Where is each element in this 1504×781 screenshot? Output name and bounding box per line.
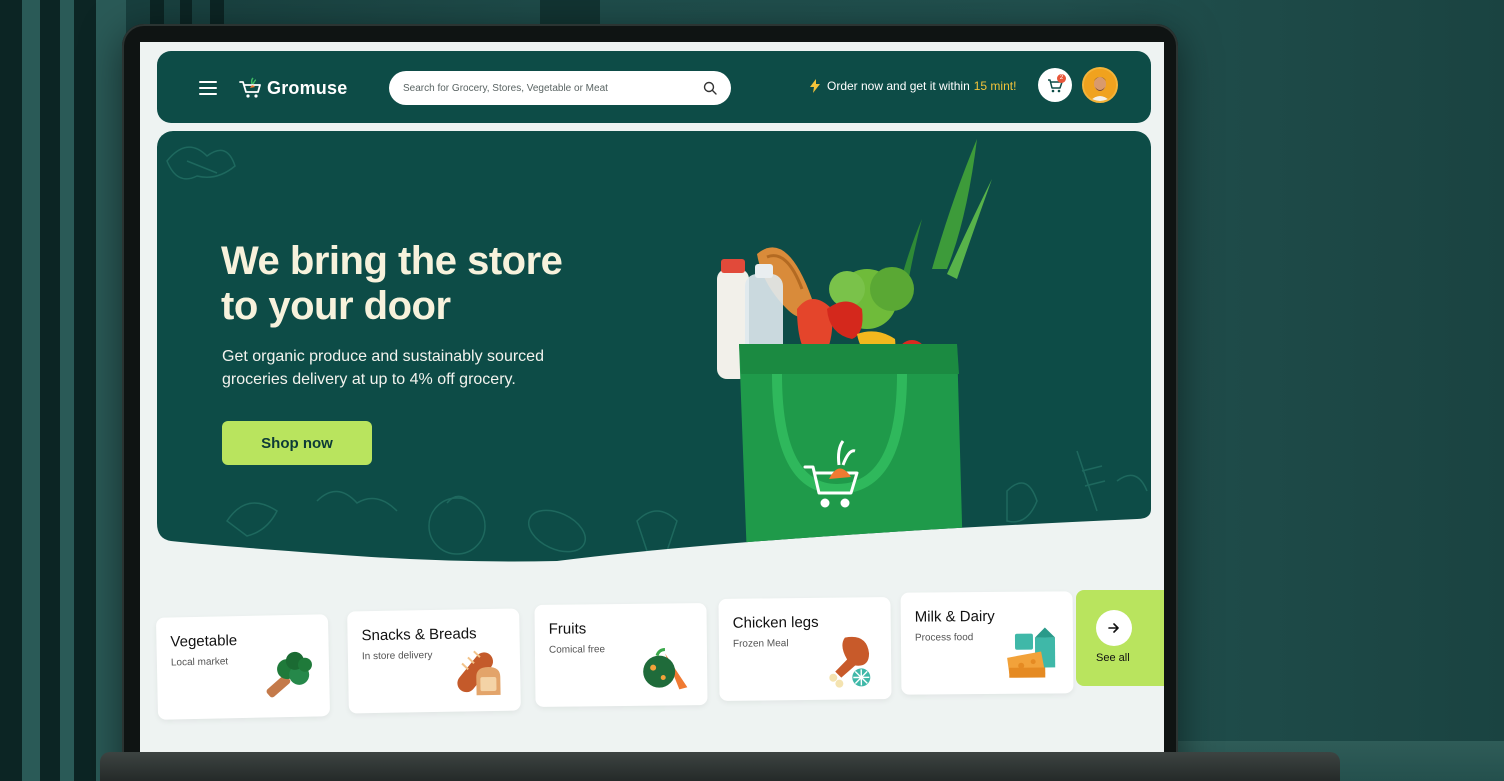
wall-slat bbox=[40, 0, 60, 781]
logo[interactable]: Gromuse bbox=[239, 77, 347, 99]
header-bar: Gromuse Order now and get it within 15 m… bbox=[157, 51, 1151, 123]
category-title: Chicken legs bbox=[732, 613, 819, 632]
broccoli-icon bbox=[266, 651, 312, 698]
wall-slat bbox=[60, 0, 74, 781]
promo-highlight: 15 mint! bbox=[973, 79, 1017, 93]
wall-slat bbox=[22, 0, 40, 781]
hero-subtitle: Get organic produce and sustainably sour… bbox=[222, 348, 544, 388]
avatar[interactable] bbox=[1082, 67, 1118, 103]
hero-title-line: to your door bbox=[221, 284, 451, 328]
chicken-leg-icon bbox=[829, 636, 871, 688]
wall-slat bbox=[74, 0, 96, 781]
laptop-base bbox=[100, 752, 1340, 781]
cart-logo-icon bbox=[239, 77, 261, 98]
wall-slat bbox=[0, 0, 22, 781]
category-card[interactable]: Fruits Comical free bbox=[534, 603, 708, 707]
category-title: Vegetable bbox=[170, 632, 238, 651]
see-all-circle bbox=[1096, 610, 1132, 646]
search-bar[interactable] bbox=[389, 71, 731, 105]
cart-button[interactable]: 2 bbox=[1038, 68, 1072, 102]
search-input[interactable] bbox=[403, 82, 703, 94]
category-subtitle: Comical free bbox=[548, 644, 606, 656]
lightning-icon bbox=[810, 79, 820, 93]
bread-icon bbox=[457, 650, 501, 696]
category-subtitle: Frozen Meal bbox=[732, 638, 789, 650]
delivery-promo: Order now and get it within 15 mint! bbox=[809, 79, 1016, 93]
category-row: Vegetable Local market Snacks & Breads I… bbox=[155, 590, 1164, 730]
fruits-icon bbox=[643, 648, 688, 690]
category-card[interactable]: Vegetable Local market bbox=[155, 614, 331, 720]
promo-text: Order now and get it within bbox=[827, 79, 970, 93]
search-icon[interactable] bbox=[703, 81, 717, 95]
hero-title: We bring the store to your door bbox=[221, 239, 641, 329]
grocery-bag-illustration bbox=[717, 139, 1037, 559]
cart-count-badge: 2 bbox=[1057, 74, 1066, 83]
category-title: Fruits bbox=[548, 620, 587, 638]
category-subtitle: Local market bbox=[170, 656, 229, 669]
hero-title-line: We bring the store bbox=[221, 239, 563, 283]
category-card[interactable]: Chicken legs Frozen Meal bbox=[718, 597, 892, 701]
hero-banner: We bring the store to your door Get orga… bbox=[157, 131, 1151, 563]
shop-now-button[interactable]: Shop now bbox=[222, 421, 372, 465]
category-card[interactable]: Snacks & Breads In store delivery bbox=[347, 608, 521, 714]
category-title: Milk & Dairy bbox=[914, 607, 995, 626]
category-subtitle: Process food bbox=[914, 632, 974, 644]
category-subtitle: In store delivery bbox=[361, 650, 433, 663]
category-card[interactable]: Milk & Dairy Process food bbox=[900, 591, 1074, 695]
see-all-button[interactable]: See all bbox=[1076, 590, 1164, 686]
see-all-label: See all bbox=[1096, 652, 1130, 664]
user-avatar-icon bbox=[1084, 69, 1116, 101]
screen: Gromuse Order now and get it within 15 m… bbox=[140, 42, 1164, 752]
app-name: Gromuse bbox=[267, 77, 348, 98]
menu-icon[interactable] bbox=[199, 81, 217, 95]
arrow-right-icon bbox=[1108, 623, 1119, 633]
dairy-icon bbox=[1007, 627, 1056, 678]
